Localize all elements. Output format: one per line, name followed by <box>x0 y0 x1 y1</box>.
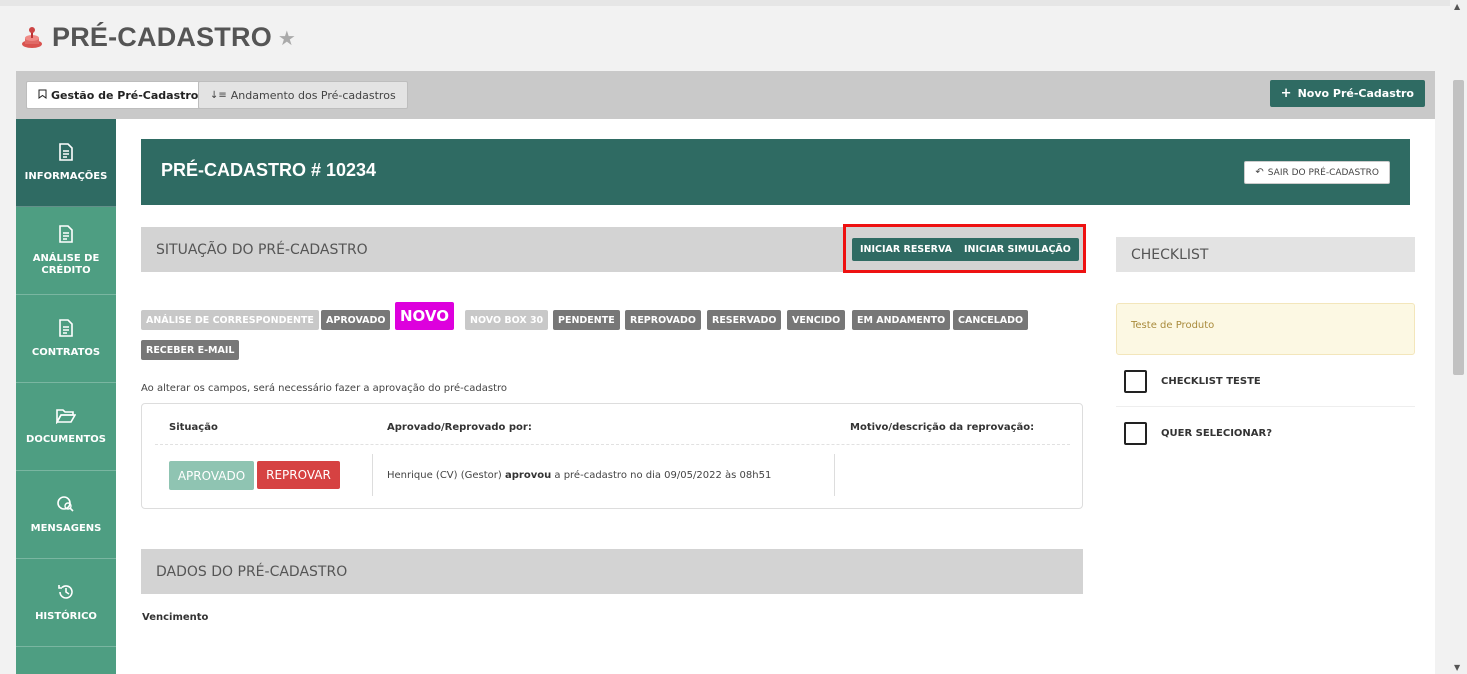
file-icon <box>59 318 73 337</box>
col-separator <box>372 454 373 496</box>
col-aprovado: Aprovado/Reprovado por: <box>387 422 532 433</box>
scroll-down-icon[interactable]: ▼ <box>1454 663 1460 672</box>
table-divider <box>155 444 1070 445</box>
status-chip-novo[interactable]: NOVO <box>395 302 454 330</box>
history-icon <box>58 584 73 599</box>
situacao-title: SITUAÇÃO DO PRÉ-CADASTRO <box>156 241 368 258</box>
pre-cadastro-header: PRÉ-CADASTRO # 10234 ↶ SAIR DO PRÉ-CADAS… <box>141 139 1410 205</box>
reprovar-button[interactable]: REPROVAR <box>257 461 340 489</box>
col-situacao: Situação <box>169 422 218 433</box>
status-chip[interactable]: NOVO BOX 30 <box>465 310 549 330</box>
status-chip[interactable]: REPROVADO <box>625 310 701 330</box>
file-icon <box>59 142 73 161</box>
checklist-alert: Teste de Produto <box>1116 303 1415 355</box>
checklist-title: CHECKLIST <box>1131 246 1209 263</box>
folder-open-icon <box>56 408 76 424</box>
approval-card: Situação Aprovado/Reprovado por: Motivo/… <box>141 403 1083 509</box>
message-search-icon <box>57 495 74 512</box>
col-motivo: Motivo/descrição da reprovação: <box>850 422 1035 433</box>
sidebar-label: CONTRATOS <box>31 346 101 358</box>
vertical-scrollbar[interactable]: ▲ ▼ <box>1450 0 1467 674</box>
approval-detail: a pré-cadastro no dia 09/05/2022 às 08h5… <box>554 470 772 481</box>
new-pre-cadastro-label: Novo Pré-Cadastro <box>1297 87 1414 100</box>
file-icon <box>59 224 73 243</box>
exit-pre-cadastro-button[interactable]: ↶ SAIR DO PRÉ-CADASTRO <box>1244 161 1390 184</box>
sidebar-item-analise[interactable]: ANÁLISE DE CRÉDITO <box>16 207 116 295</box>
scroll-thumb[interactable] <box>1453 80 1464 375</box>
checklist-header: CHECKLIST <box>1116 237 1415 272</box>
checklist-item-label: CHECKLIST TESTE <box>1161 376 1261 387</box>
status-chip[interactable]: APROVADO <box>321 310 391 330</box>
status-chip[interactable]: RECEBER E-MAIL <box>141 340 240 360</box>
star-icon[interactable]: ★ <box>278 26 296 50</box>
tab-andamento-label: Andamento dos Pré-cadastros <box>230 88 396 102</box>
bookmark-icon <box>38 89 47 102</box>
sort-icon: ↓≡ <box>210 89 227 101</box>
checkbox[interactable] <box>1124 421 1147 445</box>
approved-by-text: Henrique (CV) (Gestor) aprovou a pré-cad… <box>387 470 771 481</box>
iniciar-simulacao-button[interactable]: INICIAR SIMULAÇÃO <box>956 238 1079 261</box>
new-pre-cadastro-button[interactable]: + Novo Pré-Cadastro <box>1269 80 1425 107</box>
plus-icon: + <box>1280 86 1292 101</box>
sidebar-label: HISTÓRICO <box>35 610 97 622</box>
status-chip[interactable]: EM ANDAMENTO <box>852 310 951 330</box>
status-chip[interactable]: ANÁLISE DE CORRESPONDENTE <box>141 310 319 330</box>
pre-cadastro-title: PRÉ-CADASTRO # 10234 <box>161 160 377 180</box>
tab-andamento[interactable]: ↓≡ Andamento dos Pré-cadastros <box>198 81 408 109</box>
tabs-bar: Gestão de Pré-Cadastro ↓≡ Andamento dos … <box>16 71 1435 119</box>
dados-title: DADOS DO PRÉ-CADASTRO <box>156 563 348 580</box>
main-panel: Gestão de Pré-Cadastro ↓≡ Andamento dos … <box>16 71 1435 674</box>
status-chip[interactable]: PENDENTE <box>553 310 620 330</box>
iniciar-reserva-button[interactable]: INICIAR RESERVA <box>852 238 961 261</box>
status-chip[interactable]: VENCIDO <box>787 310 846 330</box>
checklist-item[interactable]: CHECKLIST TESTE <box>1116 357 1415 407</box>
scroll-up-icon[interactable]: ▲ <box>1454 2 1460 11</box>
aprovado-button[interactable]: APROVADO <box>169 461 254 490</box>
sidebar-label: INFORMAÇÕES <box>24 170 108 182</box>
checklist-item[interactable]: QUER SELECIONAR? <box>1116 408 1415 458</box>
sidebar-item-contratos[interactable]: CONTRATOS <box>16 295 116 383</box>
vencimento-label: Vencimento <box>142 612 209 623</box>
sidebar-item-documentos[interactable]: DOCUMENTOS <box>16 383 116 471</box>
status-chip[interactable]: CANCELADO <box>953 310 1029 330</box>
tab-gestao[interactable]: Gestão de Pré-Cadastro <box>26 81 211 109</box>
checklist-item-label: QUER SELECIONAR? <box>1161 427 1273 439</box>
approval-action: aprovou <box>504 470 552 481</box>
tab-gestao-label: Gestão de Pré-Cadastro <box>51 88 199 102</box>
page-title: PRÉ-CADASTRO <box>52 22 272 52</box>
approver-name: Henrique (CV) (Gestor) <box>387 470 502 481</box>
reply-icon: ↶ <box>1255 167 1264 178</box>
status-chip[interactable]: RESERVADO <box>707 310 782 330</box>
sidebar: INFORMAÇÕES ANÁLISE DE CRÉDITO CONTRATOS… <box>16 119 116 674</box>
top-strip <box>0 0 1450 6</box>
joystick-icon <box>22 26 42 48</box>
sidebar-label: ANÁLISE DE CRÉDITO <box>32 252 100 276</box>
sidebar-item-historico[interactable]: HISTÓRICO <box>16 559 116 647</box>
sidebar-item-mensagens[interactable]: MENSAGENS <box>16 471 116 559</box>
checkbox[interactable] <box>1124 370 1147 393</box>
approval-note: Ao alterar os campos, será necessário fa… <box>141 383 508 394</box>
col-separator <box>834 454 835 496</box>
page-header: PRÉ-CADASTRO ★ <box>20 22 296 53</box>
sidebar-label: DOCUMENTOS <box>26 433 106 445</box>
sidebar-label: MENSAGENS <box>30 522 102 534</box>
dados-section-header: DADOS DO PRÉ-CADASTRO <box>141 549 1083 594</box>
sidebar-item-informacoes[interactable]: INFORMAÇÕES <box>16 119 116 207</box>
exit-label: SAIR DO PRÉ-CADASTRO <box>1267 167 1379 178</box>
